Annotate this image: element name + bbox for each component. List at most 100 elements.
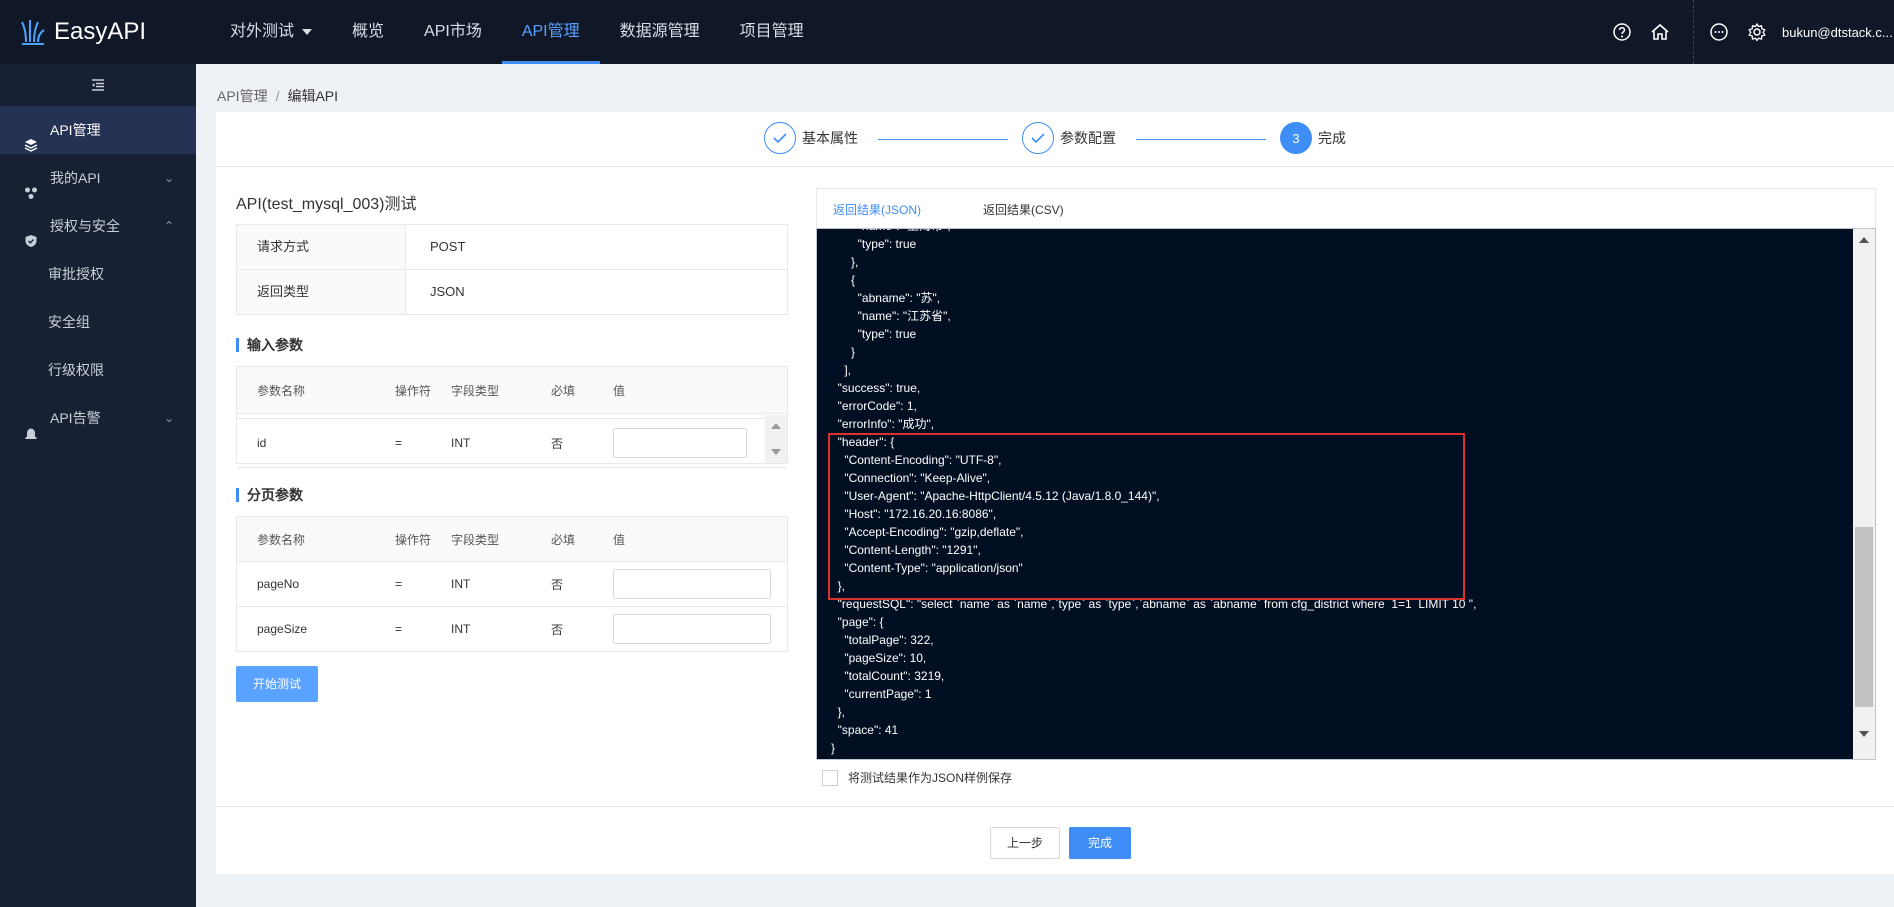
edit-api-card: 基本属性 参数配置 3 完成 API(test_mysql_003)测试 请求方… [216, 112, 1894, 874]
scroll-down-icon[interactable] [1859, 731, 1869, 737]
app-logo[interactable]: EasyAPI [20, 14, 146, 50]
scroll-down-icon[interactable] [771, 449, 781, 455]
step-param-config: 参数配置 [1022, 122, 1116, 154]
top-navigation-bar: EasyAPI 对外测试 概览 API市场 API管理 数据源管理 项目管理 b… [0, 0, 1894, 64]
sidebar-item-label: 授权与安全 [50, 218, 120, 234]
sidebar-subitem-row-permission[interactable]: 行级权限 [0, 346, 196, 394]
sidebar-item-auth-security[interactable]: 授权与安全 ⌃ [0, 202, 196, 250]
chevron-up-icon: ⌃ [163, 219, 174, 233]
prev-step-button[interactable]: 上一步 [990, 827, 1060, 859]
save-sample-label: 将测试结果作为JSON样例保存 [848, 771, 1013, 785]
input-params-title: 输入参数 [236, 338, 303, 352]
topbar-divider [1693, 0, 1694, 64]
param-required: 否 [551, 622, 564, 637]
return-type-value: JSON [430, 284, 465, 299]
col-header: 操作符 [395, 532, 432, 547]
sidebar-collapse-toggle[interactable] [0, 64, 196, 106]
col-header: 参数名称 [257, 532, 306, 547]
help-icon[interactable] [1603, 0, 1641, 64]
table-header: 参数名称 操作符 字段类型 必填 值 [237, 517, 787, 562]
input-params-table: 参数名称 操作符 字段类型 必填 值 id = INT 否 [236, 366, 788, 468]
home-icon[interactable] [1641, 0, 1679, 64]
tab-result-csv[interactable]: 返回结果(CSV) [983, 189, 1064, 229]
table-row: id = INT 否 [237, 418, 787, 468]
param-pagesize-value-input[interactable] [613, 614, 771, 644]
step-connector [878, 139, 1008, 140]
message-icon[interactable] [1700, 0, 1738, 64]
col-header: 值 [613, 383, 626, 398]
param-name: pageNo [257, 577, 300, 591]
sidebar-item-api-alarm[interactable]: API告警 ⌄ [0, 394, 196, 442]
sidebar-subitem-security-group[interactable]: 安全组 [0, 298, 196, 346]
step-label: 参数配置 [1060, 130, 1116, 146]
step-finish: 3 完成 [1280, 122, 1346, 154]
chevron-down-icon: ⌄ [163, 171, 174, 185]
shield-icon [24, 219, 38, 267]
param-operator: = [395, 577, 403, 591]
start-test-button[interactable]: 开始测试 [236, 666, 318, 702]
sidebar-item-label: API管理 [50, 122, 101, 138]
alarm-icon [24, 411, 38, 459]
breadcrumb: API管理 / 编辑API [217, 86, 338, 106]
param-type: INT [451, 436, 471, 450]
breadcrumb-parent-link[interactable]: API管理 [217, 88, 268, 104]
chevron-down-icon: ⌄ [163, 411, 174, 425]
api-info-table: 请求方式 POST 返回类型 JSON [236, 224, 788, 315]
scrollbar-thumb[interactable] [1855, 527, 1873, 707]
tab-result-json[interactable]: 返回结果(JSON) [833, 189, 921, 231]
menu-fold-icon [92, 79, 104, 91]
step-basic-properties: 基本属性 [764, 122, 858, 154]
param-type: INT [451, 577, 471, 591]
finish-button[interactable]: 完成 [1069, 827, 1131, 859]
col-header: 参数名称 [257, 383, 306, 398]
param-required: 否 [551, 577, 564, 592]
easyapi-logo-icon [21, 20, 45, 45]
page-params-title: 分页参数 [236, 488, 303, 502]
main-nav: 对外测试 概览 API市场 API管理 数据源管理 项目管理 [210, 0, 824, 64]
return-type-label: 返回类型 [237, 270, 406, 314]
footer-divider [216, 806, 1894, 807]
check-icon [764, 122, 796, 154]
col-header: 必填 [551, 532, 576, 547]
col-header: 值 [613, 532, 626, 547]
json-scrollbar[interactable] [1853, 229, 1875, 759]
col-header: 操作符 [395, 383, 432, 398]
param-operator: = [395, 436, 403, 450]
result-tabs: 返回结果(JSON) 返回结果(CSV) [816, 188, 1876, 231]
sidebar: API管理 我的API ⌄ 授权与安全 ⌃ 审批授权 安全组 行级权限 API告… [0, 64, 196, 907]
param-name: pageSize [257, 622, 308, 636]
breadcrumb-current: 编辑API [287, 88, 339, 104]
param-pageno-value-input[interactable] [613, 569, 771, 599]
user-account-menu[interactable]: bukun@dtstack.c... [1782, 25, 1894, 40]
sidebar-item-api-management[interactable]: API管理 [0, 106, 196, 154]
nav-api-market[interactable]: API市场 [404, 0, 502, 64]
nav-api-management[interactable]: API管理 [501, 0, 600, 64]
settings-gear-icon[interactable] [1738, 0, 1776, 64]
scroll-up-icon[interactable] [771, 423, 781, 429]
input-params-scrollbar[interactable] [765, 415, 787, 463]
api-test-title: API(test_mysql_003)测试 [236, 196, 417, 213]
header-highlight-box [828, 433, 1465, 600]
save-sample-option[interactable]: 将测试结果作为JSON样例保存 [822, 769, 1012, 786]
col-header: 字段类型 [451, 532, 500, 547]
result-json-viewer[interactable]: "name": "上海市", "type": true }, { "abname… [816, 228, 1876, 760]
col-header: 字段类型 [451, 383, 500, 398]
scroll-up-icon[interactable] [1859, 237, 1869, 243]
nav-project-management[interactable]: 项目管理 [720, 0, 824, 64]
breadcrumb-separator: / [275, 88, 280, 104]
param-id-value-input[interactable] [613, 428, 747, 458]
app-name: EasyAPI [54, 18, 147, 45]
param-type: INT [451, 622, 471, 636]
sidebar-item-label: API告警 [50, 410, 101, 426]
col-header: 必填 [551, 383, 576, 398]
save-sample-checkbox[interactable] [822, 769, 838, 786]
param-name: id [257, 436, 267, 450]
nav-project-switcher[interactable]: 对外测试 [210, 0, 332, 64]
sidebar-item-my-api[interactable]: 我的API ⌄ [0, 154, 196, 202]
nav-datasource-management[interactable]: 数据源管理 [600, 0, 720, 64]
param-required: 否 [551, 436, 564, 451]
nav-overview[interactable]: 概览 [332, 0, 404, 64]
json-code-area: "name": "上海市", "type": true }, { "abname… [817, 229, 1853, 759]
steps-progress: 基本属性 参数配置 3 完成 [216, 112, 1894, 167]
step-connector [1136, 139, 1266, 140]
